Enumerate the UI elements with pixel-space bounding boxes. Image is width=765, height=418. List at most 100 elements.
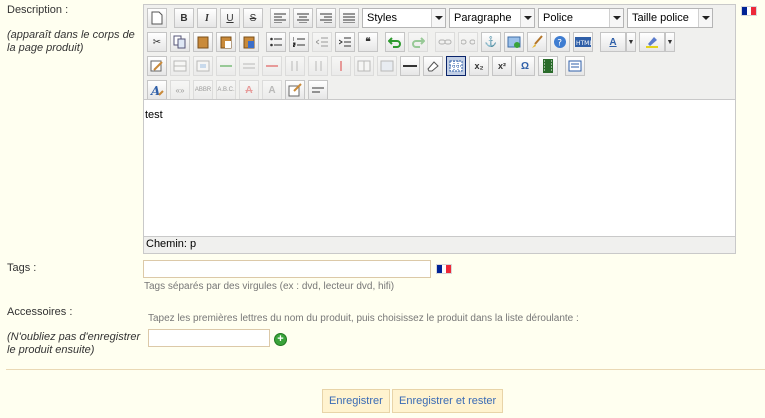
text-color-button[interactable]: A xyxy=(600,32,626,52)
bullet-list-button[interactable] xyxy=(266,32,286,52)
styles-select-value: Styles xyxy=(367,12,397,24)
deletion-button[interactable]: A xyxy=(239,80,259,100)
new-document-button[interactable] xyxy=(147,8,167,28)
blockquote-button[interactable]: ❝ xyxy=(358,32,378,52)
french-flag-icon[interactable] xyxy=(741,6,757,16)
text-color-dropdown[interactable]: ▼ xyxy=(626,32,636,52)
attributes-icon xyxy=(288,83,302,97)
layer-icon xyxy=(568,60,582,72)
accessories-note: (N'oubliez pas d'enregistrer le produit … xyxy=(7,331,141,356)
paste-button[interactable] xyxy=(193,32,213,52)
format-select[interactable]: Paragraphe xyxy=(449,8,535,28)
help-icon: ? xyxy=(554,36,566,49)
paste-word-button[interactable] xyxy=(239,32,259,52)
help-button[interactable]: ? xyxy=(550,32,570,52)
edit-style-icon xyxy=(150,60,163,72)
chevron-down-icon xyxy=(698,9,712,27)
unlink-button[interactable] xyxy=(458,32,478,52)
highlight-color-dropdown[interactable]: ▼ xyxy=(665,32,675,52)
insert-media-button[interactable] xyxy=(538,56,558,76)
copy-button[interactable] xyxy=(170,32,190,52)
tags-label: Tags : xyxy=(7,262,37,274)
insert-col-before-button[interactable] xyxy=(285,56,305,76)
bold-button[interactable]: B xyxy=(174,8,194,28)
underline-icon: U xyxy=(226,12,234,24)
special-char-button[interactable]: Ω xyxy=(515,56,535,76)
deletion-icon: A xyxy=(245,84,253,96)
tags-input[interactable] xyxy=(143,260,431,278)
accessories-hint: Tapez les premières lettres du nom du pr… xyxy=(148,313,579,324)
acronym-button[interactable]: A.B.C. xyxy=(216,80,236,100)
italic-button[interactable]: I xyxy=(197,8,217,28)
table-row-props-button[interactable] xyxy=(170,56,190,76)
cleanup-button[interactable] xyxy=(527,32,547,52)
subscript-button[interactable]: x₂ xyxy=(469,56,489,76)
nonbreaking-space-button[interactable] xyxy=(308,80,328,100)
insert-row-icon xyxy=(220,65,232,67)
align-center-button[interactable] xyxy=(293,8,313,28)
align-justify-icon xyxy=(343,13,355,23)
paste-text-button[interactable] xyxy=(216,32,236,52)
accessories-input[interactable] xyxy=(148,329,270,347)
paste-word-icon xyxy=(243,36,255,49)
split-cells-button[interactable] xyxy=(354,56,374,76)
svg-text:HTML: HTML xyxy=(576,40,591,47)
insert-col-after-button[interactable] xyxy=(308,56,328,76)
align-right-button[interactable] xyxy=(316,8,336,28)
visual-aid-button[interactable] xyxy=(446,56,466,76)
table-cell-props-button[interactable] xyxy=(193,56,213,76)
toolbar-row-3: x₂ x² Ω xyxy=(147,55,588,77)
font-size-select[interactable]: Taille police xyxy=(627,8,713,28)
edit-css-button[interactable] xyxy=(147,56,167,76)
cut-button[interactable]: ✂ xyxy=(147,32,167,52)
svg-text:?: ? xyxy=(557,39,562,49)
french-flag-icon[interactable] xyxy=(436,264,452,274)
acronym-icon: A.B.C. xyxy=(217,87,235,93)
delete-col-button[interactable] xyxy=(331,56,351,76)
link-icon xyxy=(438,39,452,45)
abbreviation-button[interactable]: ABBR xyxy=(193,80,213,100)
attributes-button[interactable] xyxy=(285,80,305,100)
align-justify-button[interactable] xyxy=(339,8,359,28)
font-size-select-value: Taille police xyxy=(632,12,689,24)
save-and-stay-button[interactable]: Enregistrer et rester xyxy=(392,389,504,413)
scissors-icon: ✂ xyxy=(152,36,162,48)
highlight-color-button[interactable] xyxy=(639,32,665,52)
undo-button[interactable] xyxy=(385,32,405,52)
insert-column-after-icon xyxy=(315,61,322,71)
description-label: Description : xyxy=(7,4,69,16)
delete-column-icon xyxy=(340,61,342,71)
underline-button[interactable]: U xyxy=(220,8,240,28)
horizontal-rule-button[interactable] xyxy=(400,56,420,76)
save-button[interactable]: Enregistrer xyxy=(322,389,390,413)
styles-select[interactable]: Styles xyxy=(362,8,446,28)
anchor-button[interactable]: ⚓ xyxy=(481,32,501,52)
indent-button[interactable] xyxy=(335,32,355,52)
insertion-button[interactable]: A xyxy=(262,80,282,100)
style-props-button[interactable]: A xyxy=(147,80,167,100)
add-accessory-icon[interactable]: + xyxy=(274,333,287,346)
strikethrough-icon: S xyxy=(249,12,257,24)
delete-row-button[interactable] xyxy=(262,56,282,76)
svg-text:A: A xyxy=(150,84,160,97)
merge-cells-button[interactable] xyxy=(377,56,397,76)
insert-row-after-button[interactable] xyxy=(239,56,259,76)
undo-icon xyxy=(388,37,401,48)
outdent-button[interactable] xyxy=(312,32,332,52)
numbered-list-button[interactable] xyxy=(289,32,309,52)
editor-content-area[interactable]: test xyxy=(144,99,735,237)
font-select[interactable]: Police xyxy=(538,8,624,28)
insert-row-button[interactable] xyxy=(216,56,236,76)
align-left-button[interactable] xyxy=(270,8,290,28)
link-button[interactable] xyxy=(435,32,455,52)
superscript-button[interactable]: x² xyxy=(492,56,512,76)
insert-image-button[interactable] xyxy=(504,32,524,52)
strikethrough-button[interactable]: S xyxy=(243,8,263,28)
clipboard-icon xyxy=(197,36,209,49)
html-source-button[interactable]: HTML xyxy=(573,32,593,52)
remove-format-button[interactable] xyxy=(423,56,443,76)
redo-button[interactable] xyxy=(408,32,428,52)
eraser-icon xyxy=(427,61,439,72)
cite-button[interactable]: «» xyxy=(170,80,190,100)
insert-layer-button[interactable] xyxy=(565,56,585,76)
